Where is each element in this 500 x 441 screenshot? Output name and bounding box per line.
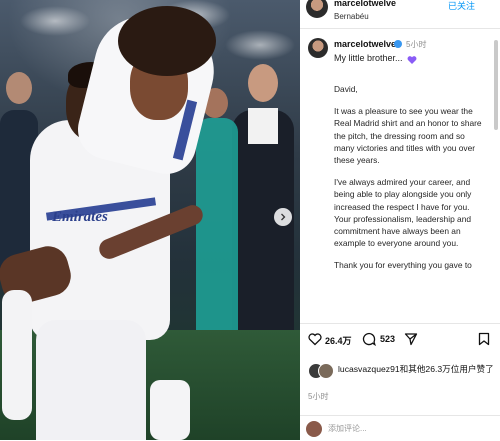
caption-first-line: My little brother...: [334, 53, 403, 63]
caption-paragraph: Thank you for everything you gave to: [334, 260, 472, 271]
stadium-light: [225, 30, 295, 60]
comment-input[interactable]: 添加评论...: [328, 423, 367, 434]
follow-status-button[interactable]: 已关注: [448, 0, 475, 12]
scrollbar[interactable]: [494, 40, 498, 130]
avatar[interactable]: [306, 0, 328, 18]
player-sock: [2, 290, 32, 420]
sponsor-logo: Emirates: [52, 209, 108, 225]
caption-paragraph: I've always admired your career, and bei…: [334, 177, 472, 249]
likes-count[interactable]: 26.4万: [325, 334, 352, 347]
caption-paragraph: It was a pleasure to see you wear the Re…: [334, 106, 482, 166]
caption-time[interactable]: 5小时: [406, 39, 426, 50]
caption-body: David, It was a pleasure to see you wear…: [334, 83, 486, 282]
background-person-shirt: [248, 108, 278, 144]
post-side-panel: marcelotwelve Bernabéu 已关注 marcelotwelve…: [300, 0, 500, 440]
stadium-light: [20, 6, 90, 36]
next-slide-icon: [281, 213, 286, 221]
bookmark-icon[interactable]: [478, 332, 490, 346]
player-sock: [150, 380, 190, 440]
liked-by-text[interactable]: lucasvazquez91和其他26.3万位用户赞了: [338, 363, 496, 375]
caption-avatar[interactable]: [308, 38, 328, 58]
post-photo[interactable]: Emirates: [0, 0, 300, 440]
instagram-post-viewer: Emirates marcelotwelve Bernabéu 已关注 marc…: [0, 0, 500, 440]
purple-heart-icon: [407, 56, 417, 64]
header-username[interactable]: marcelotwelve: [334, 0, 396, 8]
current-user-avatar: [306, 421, 322, 437]
share-icon[interactable]: [404, 332, 418, 346]
action-bar: 26.4万 523: [300, 323, 500, 358]
post-time: 5小时: [308, 392, 329, 401]
comment-icon[interactable]: [362, 332, 376, 346]
heart-icon[interactable]: [308, 332, 322, 346]
post-header: marcelotwelve Bernabéu 已关注: [300, 0, 500, 29]
liked-by-row: lucasvazquez91和其他26.3万位用户赞了 5小时: [300, 359, 500, 409]
player-curly-hair: [118, 6, 216, 76]
next-slide-button[interactable]: [274, 208, 292, 226]
background-person-head: [6, 72, 32, 104]
caption-username[interactable]: marcelotwelve: [334, 39, 396, 49]
player-shorts: [36, 320, 146, 440]
liker-avatar[interactable]: [318, 363, 334, 379]
verified-icon: [394, 40, 402, 48]
header-location[interactable]: Bernabéu: [334, 12, 369, 21]
comments-count[interactable]: 523: [380, 334, 395, 344]
caption-paragraph: David,: [334, 84, 358, 94]
background-person-head: [248, 64, 278, 102]
comment-bar: 添加评论...: [300, 415, 500, 441]
